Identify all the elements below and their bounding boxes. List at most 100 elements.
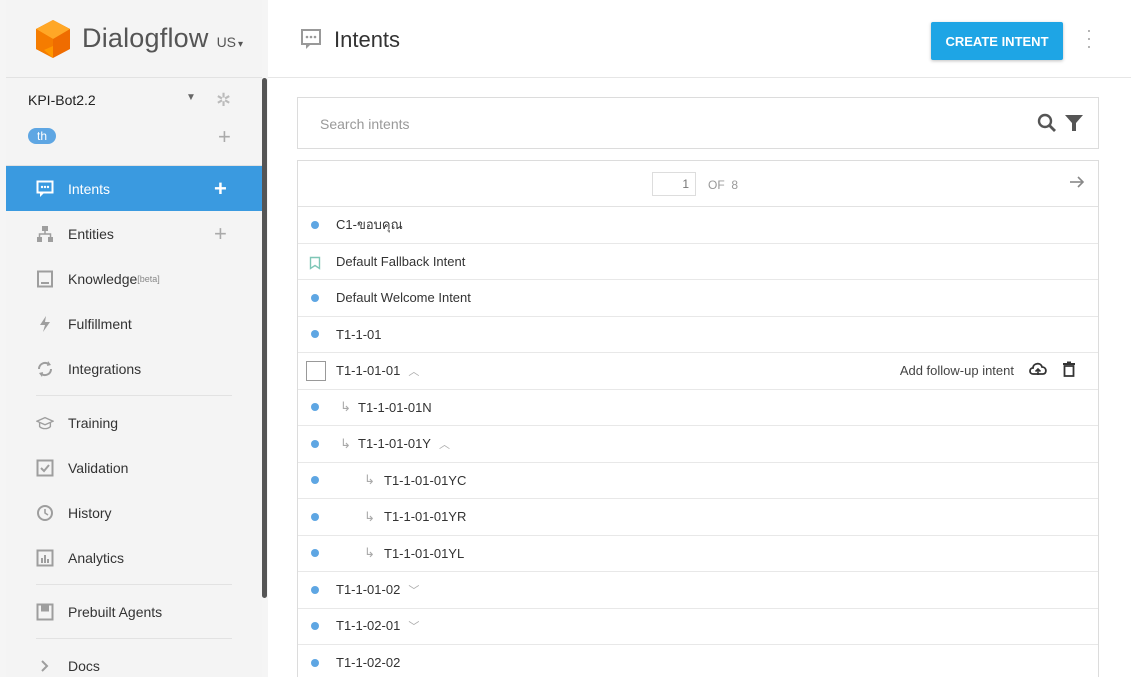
intent-name[interactable]: C1-ขอบคุณ — [336, 214, 403, 235]
add-language-icon[interactable]: + — [218, 124, 231, 150]
status-dot-icon — [311, 585, 319, 594]
sidebar-item-label: Entities — [68, 225, 114, 242]
agent-name[interactable]: KPI-Bot2.2 — [28, 92, 96, 108]
intent-row[interactable]: T1-1-02-02 — [298, 645, 1098, 677]
intent-rows: C1-ขอบคุณ Default Fallback Intent Default … — [298, 207, 1098, 677]
create-intent-button[interactable]: CREATE INTENT — [931, 22, 1063, 60]
sync-icon — [36, 360, 54, 378]
intent-row[interactable]: T1-1-01 — [298, 317, 1098, 353]
sidebar-item-intents[interactable]: Intents + — [6, 166, 262, 211]
header: Intents CREATE INTENT · · · — [268, 0, 1131, 78]
intent-name[interactable]: T1-1-01-01YR — [384, 509, 466, 524]
intent-name-label: T1-1-02-02 — [336, 655, 401, 671]
intent-name-label: T1-1-01-01YR — [384, 509, 467, 525]
page-number-input[interactable]: 1 — [652, 172, 696, 196]
sidebar-item-label: Validation — [68, 459, 129, 476]
chat-icon — [300, 28, 322, 55]
follow-up-arrow-icon: ↳ — [364, 508, 375, 524]
add-intents-icon[interactable]: + — [214, 176, 227, 202]
intent-row[interactable]: ↳ T1-1-01-01Y ︿ — [298, 426, 1098, 463]
add-follow-up-link[interactable]: Add follow-up intent — [900, 363, 1014, 378]
status-dot-icon — [311, 476, 319, 485]
intent-name-label: Default Welcome Intent — [336, 290, 471, 306]
sidebar-item-docs[interactable]: Docs — [6, 643, 262, 677]
intent-row[interactable]: T1-1-01-02 ﹀ — [298, 572, 1098, 609]
intent-name[interactable]: T1-1-01-01YL — [384, 546, 464, 561]
intent-row[interactable]: ↳ T1-1-01-01YR — [298, 499, 1098, 536]
intent-row[interactable]: ↳ T1-1-01-01YL — [298, 536, 1098, 572]
sidebar-item-knowledge[interactable]: Knowledge [beta] — [6, 256, 262, 301]
sidebar-item-label: History — [68, 504, 112, 521]
intent-list: 1 OF 8 C1-ขอบคุณ Default Fallback Intent D… — [297, 160, 1099, 677]
more-vert-icon[interactable]: · · · — [1084, 21, 1094, 55]
cloud-upload-icon[interactable] — [1028, 361, 1048, 380]
book-icon — [36, 270, 54, 288]
intent-name[interactable]: T1-1-02-01 ﹀ — [336, 618, 419, 634]
intent-name[interactable]: Default Welcome Intent — [336, 290, 471, 305]
brand-name: Dialogflow — [82, 23, 209, 53]
sidebar-scrollbar[interactable] — [262, 78, 267, 598]
intent-row[interactable]: ↳ T1-1-01-01N — [298, 390, 1098, 426]
nav-divider — [36, 395, 232, 396]
search-input[interactable] — [320, 116, 920, 132]
intent-name[interactable]: T1-1-01-02 ﹀ — [336, 582, 419, 598]
intent-name[interactable]: T1-1-01-01 ︿ — [336, 363, 419, 379]
intent-row[interactable]: T1-1-01-01 ︿ Add follow-up intent — [298, 353, 1098, 390]
sidebar-item-fulfillment[interactable]: Fulfillment — [6, 301, 262, 346]
brand[interactable]: Dialogflow US ▾ — [6, 0, 262, 78]
intent-name[interactable]: T1-1-01-01N — [358, 400, 432, 415]
filter-icon[interactable] — [1064, 112, 1084, 139]
intent-name-label: T1-1-01-01 — [336, 362, 401, 378]
sidebar-item-label: Knowledge — [68, 270, 138, 287]
chevron-down-icon[interactable]: ﹀ — [408, 585, 419, 597]
sidebar-item-training[interactable]: Training — [6, 400, 262, 445]
intent-row[interactable]: Default Fallback Intent — [298, 244, 1098, 280]
intent-row[interactable]: Default Welcome Intent — [298, 280, 1098, 317]
agent-dropdown-icon[interactable]: ▼ — [186, 92, 196, 103]
intent-name-label: T1-1-01-01YC — [384, 472, 467, 488]
intent-name[interactable]: Default Fallback Intent — [336, 254, 465, 269]
trash-icon[interactable] — [1062, 361, 1076, 380]
sidebar-item-entities[interactable]: Entities + — [6, 211, 262, 256]
page-title: Intents — [334, 27, 401, 52]
sidebar-item-validation[interactable]: Validation — [6, 445, 262, 490]
check-box-icon — [36, 459, 54, 477]
select-checkbox[interactable] — [306, 360, 326, 381]
chevron-up-icon[interactable]: ︿ — [408, 366, 419, 378]
region-selector[interactable]: US ▾ — [217, 34, 243, 50]
sidebar-panel: Dialogflow US ▾ KPI-Bot2.2 ▼ ✲ th + Inten… — [6, 0, 262, 677]
sidebar-item-prebuilt[interactable]: Prebuilt Agents — [6, 589, 262, 634]
intent-name-label: T1-1-01-01N — [358, 399, 432, 415]
intent-name-label: C1-ขอบคุณ — [336, 217, 403, 233]
intent-name[interactable]: T1-1-01-01Y ︿ — [358, 436, 450, 452]
region-label: US — [216, 33, 237, 50]
intent-name[interactable]: T1-1-02-02 — [336, 655, 400, 670]
language-badge[interactable]: th — [28, 128, 57, 144]
entities-icon — [36, 225, 54, 243]
intent-row[interactable]: C1-ขอบคุณ — [298, 207, 1098, 244]
arrow-forward-icon[interactable] — [1068, 173, 1086, 196]
intent-row[interactable]: ↳ T1-1-01-01YC — [298, 463, 1098, 499]
follow-up-arrow-icon: ↳ — [364, 472, 375, 488]
chevron-up-icon[interactable]: ︿ — [439, 439, 450, 451]
intent-name[interactable]: T1-1-01 — [336, 327, 382, 342]
chevron-down-icon[interactable]: ﹀ — [408, 621, 419, 633]
chat-icon — [36, 180, 54, 198]
nav-menu: Intents + Entities + Knowledge [beta] Fulfillm… — [6, 166, 262, 677]
sidebar-item-history[interactable]: History — [6, 490, 262, 535]
sidebar-item-integrations[interactable]: Integrations — [6, 346, 262, 391]
search-bar — [297, 97, 1099, 149]
intent-name-label: T1-1-02-01 — [336, 618, 401, 634]
sidebar-item-analytics[interactable]: Analytics — [6, 535, 262, 580]
search-icon[interactable] — [1036, 112, 1058, 139]
sidebar-item-label: Integrations — [68, 360, 142, 377]
follow-up-arrow-icon: ↳ — [340, 399, 351, 415]
add-entities-icon[interactable]: + — [214, 221, 227, 247]
intent-row[interactable]: T1-1-02-01 ﹀ — [298, 609, 1098, 645]
intent-name[interactable]: T1-1-01-01YC — [384, 473, 466, 488]
intent-name-label: T1-1-01-01Y — [358, 435, 431, 451]
bookmark-icon — [309, 256, 321, 273]
sidebar: Dialogflow US ▾ KPI-Bot2.2 ▼ ✲ th + Inten… — [0, 0, 268, 677]
gear-icon[interactable]: ✲ — [216, 90, 231, 111]
follow-up-arrow-icon: ↳ — [364, 545, 375, 561]
